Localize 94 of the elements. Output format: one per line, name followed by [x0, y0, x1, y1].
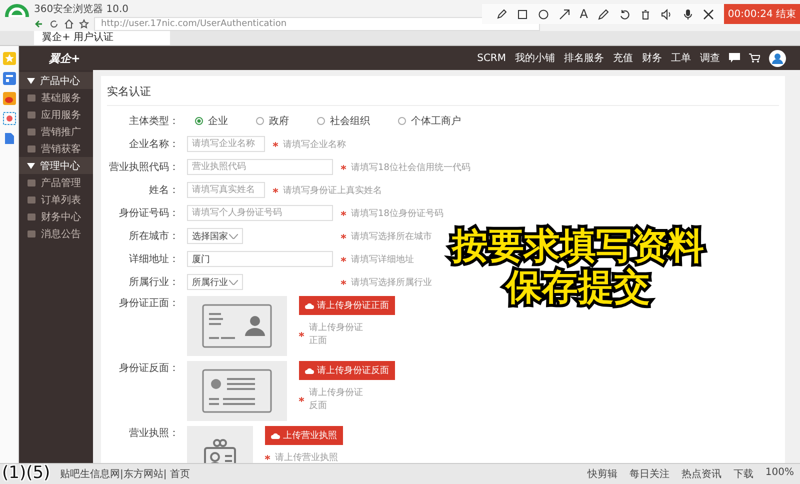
field-label: 详细地址：	[128, 252, 179, 266]
sidebar-section[interactable]: 管理中心	[19, 157, 93, 174]
field-label: 营业执照：	[128, 426, 179, 440]
star-icon[interactable]	[79, 19, 89, 29]
circle-icon[interactable]	[538, 8, 549, 20]
field-label: 营业执照代码：	[108, 160, 179, 174]
marker-icon[interactable]	[598, 8, 609, 20]
field-label: 身份证正面：	[118, 297, 179, 310]
zoom-level[interactable]: 100%	[765, 467, 794, 481]
cart-icon[interactable]	[749, 53, 760, 63]
document-icon[interactable]	[4, 132, 14, 145]
rectangle-icon[interactable]	[516, 8, 528, 20]
back-icon[interactable]	[34, 19, 44, 29]
caret-icon	[27, 78, 35, 84]
sidebar-item[interactable]: 产品管理	[19, 174, 93, 191]
text-field[interactable]: 请填写真实姓名	[187, 182, 265, 198]
sidebar-item[interactable]: 营销获客	[19, 140, 93, 157]
field-hint: 请上传身份证反面	[309, 386, 364, 412]
sidebar-item[interactable]: 基础服务	[19, 89, 93, 106]
nav-link[interactable]: 我的小铺	[515, 51, 555, 65]
cloud-icon	[271, 432, 280, 439]
status-item[interactable]: 热点资讯	[681, 467, 722, 481]
sidebar-item[interactable]: 订单列表	[19, 191, 93, 208]
text-field[interactable]: 请填写企业名称	[187, 136, 265, 152]
pencil-icon[interactable]	[496, 8, 507, 20]
status-text: 贴吧生信息网|东方网站| 首页	[60, 468, 190, 481]
arrow-icon[interactable]	[558, 8, 570, 20]
nav-link[interactable]: 工单	[671, 51, 691, 65]
upload-button[interactable]: 请上传身份证反面	[299, 361, 395, 380]
field-label: 姓名：	[148, 184, 179, 197]
sidebar-item[interactable]: 财务中心	[19, 208, 93, 225]
screenshot-icon[interactable]	[2, 112, 16, 125]
field-label: 主体类型：	[128, 114, 179, 128]
radio-option[interactable]: 企业	[195, 114, 228, 128]
status-item[interactable]: 下载	[733, 467, 754, 481]
upload-button[interactable]: 上传营业执照	[265, 426, 343, 445]
text-field[interactable]: 营业执照代码	[187, 159, 333, 175]
browser-tab[interactable]: 翼企+ 用户认证	[34, 31, 170, 45]
field-label: 身份证号码：	[118, 207, 179, 220]
field-label: 所在城市：	[128, 230, 179, 243]
text-field[interactable]: 请填写个人身份证号码	[187, 205, 333, 221]
dropdown-caret-icon	[229, 234, 238, 238]
nav-link[interactable]: 排名服务	[564, 51, 604, 65]
radio-option[interactable]: 政府	[256, 114, 289, 128]
radio-option[interactable]: 个体工商户	[398, 114, 461, 128]
field-label: 所属行业：	[128, 276, 179, 289]
sidebar-item[interactable]: 消息公告	[19, 225, 93, 242]
sidebar-item[interactable]: 应用服务	[19, 106, 93, 123]
field-hint: 请上传身份证正面	[309, 322, 364, 347]
sidebar-item[interactable]: 营销推广	[19, 123, 93, 140]
field-label: 身份证反面：	[118, 362, 179, 375]
nav-link[interactable]: SCRM	[477, 52, 506, 64]
field-hint: 请上传营业执照	[275, 452, 338, 464]
status-item[interactable]: 每日关注	[629, 467, 670, 481]
home-icon[interactable]	[64, 19, 74, 29]
undo-icon[interactable]	[618, 8, 630, 20]
field-hint: 请填写选择所属行业	[351, 276, 432, 288]
microphone-icon[interactable]	[682, 8, 693, 20]
nav-link[interactable]: 充值	[613, 51, 633, 65]
upload-button[interactable]: 请上传身份证正面	[299, 296, 395, 315]
refresh-icon[interactable]	[49, 19, 59, 29]
select-field[interactable]: 所属行业	[187, 274, 243, 290]
caret-icon	[27, 162, 35, 168]
trash-icon[interactable]	[640, 8, 651, 20]
address-field[interactable]: http://user.17nic.com/UserAuthentication	[94, 17, 540, 31]
stop-button[interactable]: 00:00:24 结束	[724, 4, 800, 24]
cloud-icon	[305, 302, 314, 309]
field-hint: 请填写选择所在城市	[351, 230, 432, 242]
status-item[interactable]: 快剪辑	[587, 467, 618, 481]
close-icon[interactable]	[702, 8, 714, 20]
text-tool[interactable]: A	[580, 7, 588, 21]
field-hint: 请填写18位社会信用统一代码	[351, 162, 470, 174]
radio-option[interactable]: 社会组织	[317, 114, 370, 128]
field-hint: 请填写18位身份证号码	[351, 208, 444, 220]
window-title: 360安全浏览器 10.0	[34, 2, 129, 16]
cloud-icon	[305, 367, 314, 374]
subtitle: (1)(5)	[2, 463, 50, 483]
app-icon[interactable]	[2, 72, 16, 85]
nav-link[interactable]: 财务	[642, 51, 662, 65]
speaker-icon[interactable]	[660, 8, 673, 20]
field-label: 企业名称：	[128, 138, 179, 151]
field-hint: 请填写详细地址	[351, 254, 414, 266]
text-field[interactable]: 厦门	[187, 251, 333, 267]
site-logo[interactable]: 翼企+	[49, 50, 80, 66]
nav-link[interactable]: 调查	[700, 51, 720, 65]
field-hint: 请填写企业名称	[283, 138, 346, 150]
sidebar-section[interactable]: 产品中心	[19, 72, 93, 89]
avatar-icon[interactable]	[769, 50, 786, 66]
select-field[interactable]: 选择国家	[187, 228, 243, 244]
form-title: 实名认证	[107, 76, 779, 106]
field-hint: 请填写身份证上真实姓名	[283, 184, 382, 196]
dropdown-caret-icon	[229, 280, 238, 284]
message-icon[interactable]	[729, 53, 740, 63]
video-caption: 按要求填写资料 保存提交	[452, 226, 704, 309]
